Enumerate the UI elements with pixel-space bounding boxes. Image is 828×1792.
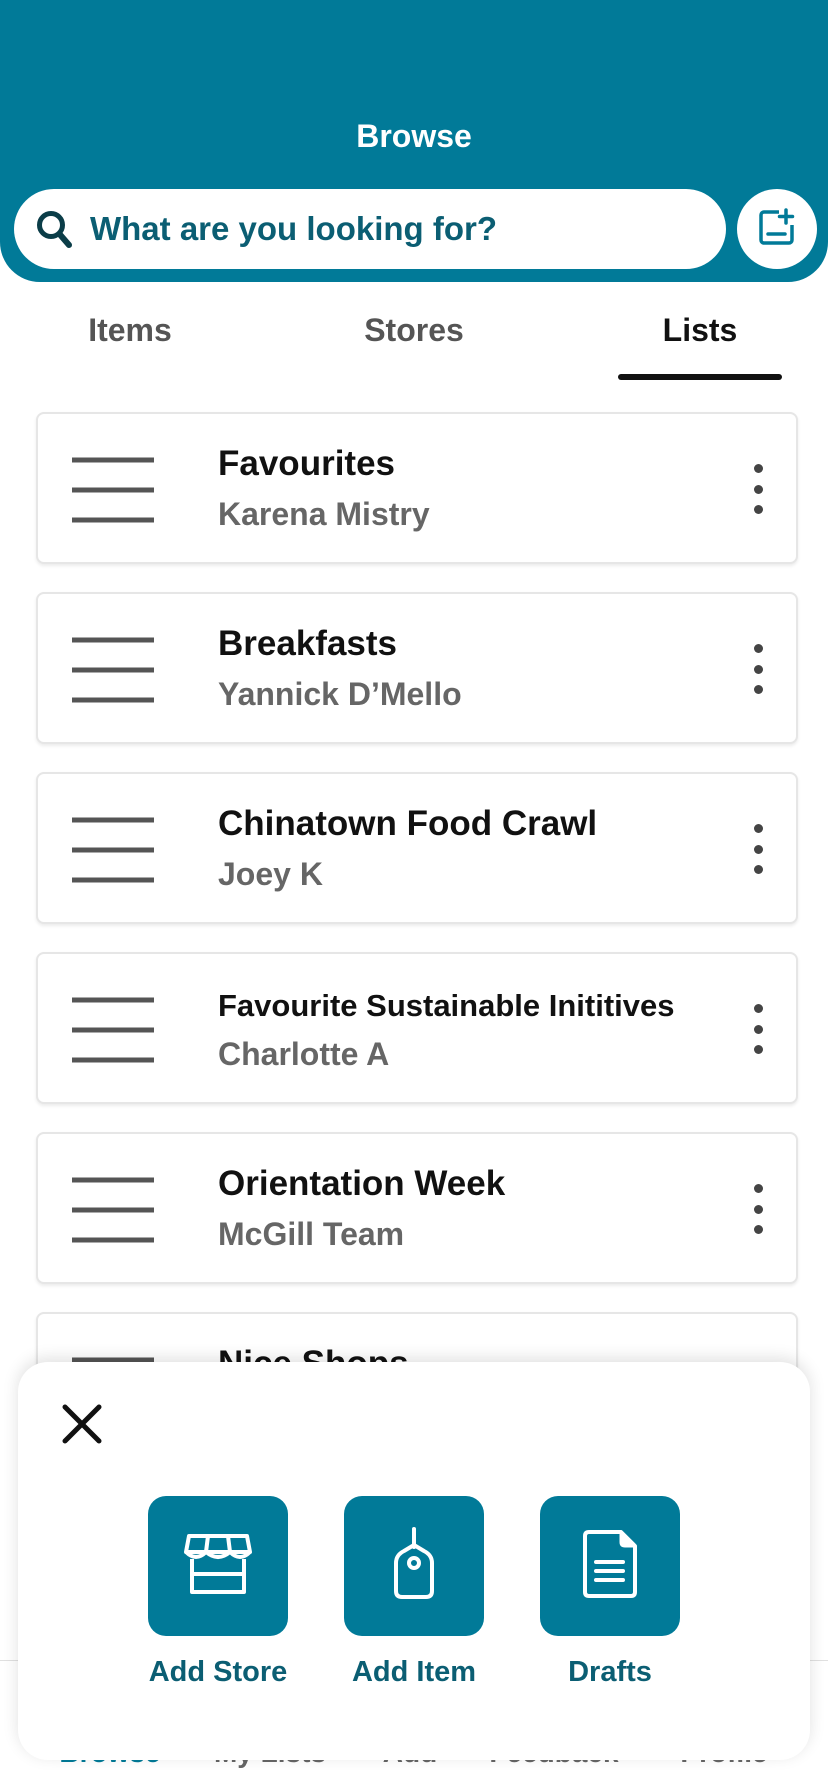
active-tab-indicator xyxy=(618,374,782,380)
document-icon xyxy=(581,1528,639,1605)
tab-lists[interactable]: Lists xyxy=(590,312,810,349)
list-item[interactable]: Favourites Karena Mistry xyxy=(36,412,798,564)
add-square-icon xyxy=(757,207,797,252)
add-store-label: Add Store xyxy=(148,1656,288,1688)
store-icon xyxy=(183,1532,253,1601)
list-author: Charlotte A xyxy=(218,1036,390,1072)
more-options-icon[interactable] xyxy=(750,1004,766,1054)
browse-header: Browse What are you looking for? xyxy=(0,0,828,282)
search-icon xyxy=(34,209,74,249)
more-options-icon[interactable] xyxy=(750,824,766,874)
create-list-button[interactable] xyxy=(737,189,817,269)
more-options-icon[interactable] xyxy=(750,464,766,514)
tab-stores[interactable]: Stores xyxy=(304,312,524,349)
list-author: Karena Mistry xyxy=(218,496,430,532)
list-title: Chinatown Food Crawl xyxy=(218,804,598,843)
add-item-button[interactable]: Add Item xyxy=(344,1496,484,1689)
add-store-button[interactable]: Add Store xyxy=(148,1496,288,1689)
drafts-tile[interactable] xyxy=(540,1496,680,1636)
list-item[interactable]: Chinatown Food Crawl Joey K xyxy=(36,772,798,924)
list-item[interactable]: Favourite Sustainable Inititives Charlot… xyxy=(36,952,798,1104)
drafts-button[interactable]: Drafts xyxy=(540,1496,680,1689)
list-icon xyxy=(72,636,154,704)
browse-tabs: Items Stores Lists xyxy=(0,282,828,382)
list-item[interactable]: Breakfasts Yannick D’Mello xyxy=(36,592,798,744)
close-icon[interactable] xyxy=(60,1402,104,1446)
list-author: Joey K xyxy=(218,856,323,892)
more-options-icon[interactable] xyxy=(750,644,766,694)
add-action-sheet: Add Store Add Item Drafts xyxy=(18,1362,810,1760)
list-icon xyxy=(72,1176,154,1244)
list-author: McGill Team xyxy=(218,1216,405,1252)
list-icon xyxy=(72,816,154,884)
page-title: Browse xyxy=(356,118,472,154)
list-item[interactable]: Orientation Week McGill Team xyxy=(36,1132,798,1284)
list-title: Orientation Week xyxy=(218,1164,506,1203)
drafts-label: Drafts xyxy=(568,1656,652,1688)
search-input[interactable]: What are you looking for? xyxy=(90,210,497,248)
list-title: Favourites xyxy=(218,444,395,483)
list-title: Favourite Sustainable Inititives xyxy=(218,988,675,1023)
tab-items[interactable]: Items xyxy=(20,312,240,349)
add-item-tile[interactable] xyxy=(344,1496,484,1636)
tag-icon xyxy=(389,1526,439,1606)
list-icon xyxy=(72,456,154,524)
list-icon xyxy=(72,996,154,1064)
add-store-tile[interactable] xyxy=(148,1496,288,1636)
search-bar[interactable]: What are you looking for? xyxy=(14,189,726,269)
list-title: Breakfasts xyxy=(218,624,397,663)
list-author: Yannick D’Mello xyxy=(218,676,462,712)
more-options-icon[interactable] xyxy=(750,1184,766,1234)
add-item-label: Add Item xyxy=(351,1656,477,1688)
